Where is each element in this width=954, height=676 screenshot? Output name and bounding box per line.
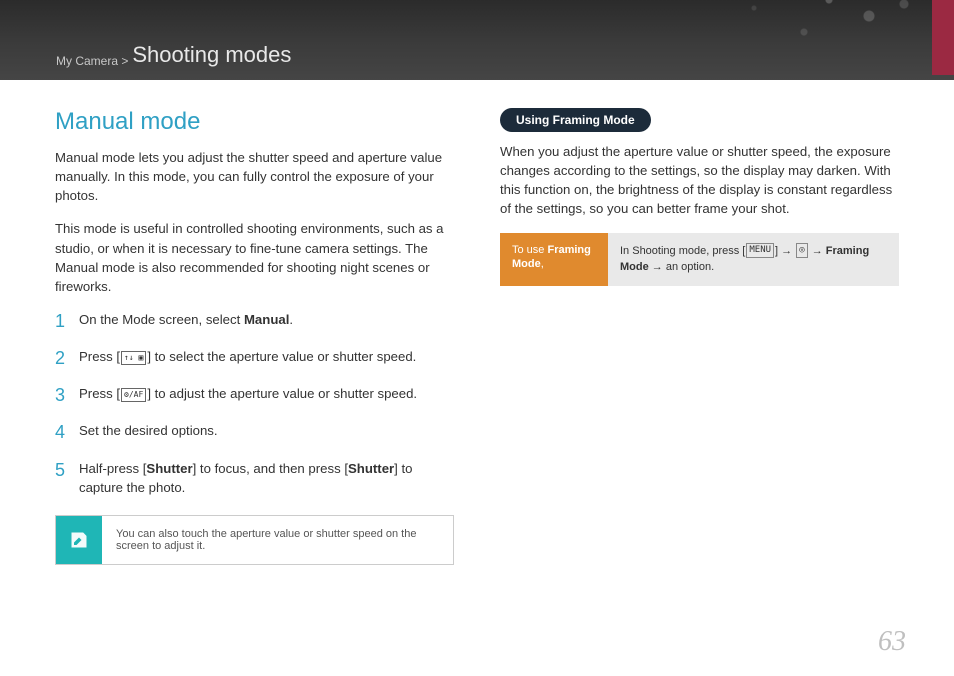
dpad-icon: ↑↓ ▣ bbox=[121, 351, 146, 365]
intro-para-1: Manual mode lets you adjust the shutter … bbox=[55, 148, 454, 205]
breadcrumb-prefix: My Camera > bbox=[56, 54, 128, 68]
step-item: Set the desired options. bbox=[55, 421, 454, 440]
right-column: Using Framing Mode When you adjust the a… bbox=[482, 108, 899, 565]
content-area: Manual mode Manual mode lets you adjust … bbox=[0, 80, 954, 565]
step-item: On the Mode screen, select Manual. bbox=[55, 310, 454, 329]
action-row: To use Framing Mode, In Shooting mode, p… bbox=[500, 233, 899, 286]
page-number: 63 bbox=[878, 626, 906, 658]
section-title: Manual mode bbox=[55, 108, 454, 136]
menu-icon: MENU bbox=[746, 243, 774, 259]
page-header: My Camera > Shooting modes bbox=[0, 0, 954, 80]
timer-af-icon: ⚙/AF bbox=[121, 388, 146, 402]
note-icon bbox=[56, 516, 102, 564]
step-item: Press [⚙/AF] to adjust the aperture valu… bbox=[55, 384, 454, 403]
step-list: On the Mode screen, select Manual. Press… bbox=[55, 310, 454, 497]
subsection-pill: Using Framing Mode bbox=[500, 108, 651, 132]
camera-icon: ◎ bbox=[796, 243, 807, 259]
intro-para-2: This mode is useful in controlled shooti… bbox=[55, 219, 454, 296]
breadcrumb-main: Shooting modes bbox=[132, 42, 291, 68]
step-item: Half-press [Shutter] to focus, and then … bbox=[55, 459, 454, 497]
tip-callout: You can also touch the aperture value or… bbox=[55, 515, 454, 565]
tip-text: You can also touch the aperture value or… bbox=[102, 516, 453, 564]
header-side-tab bbox=[932, 0, 954, 75]
action-label: To use Framing Mode, bbox=[500, 233, 608, 286]
framing-mode-para: When you adjust the aperture value or sh… bbox=[500, 142, 899, 219]
action-body: In Shooting mode, press [MENU] → ◎ → Fra… bbox=[608, 233, 899, 286]
step-item: Press [↑↓ ▣] to select the aperture valu… bbox=[55, 347, 454, 366]
left-column: Manual mode Manual mode lets you adjust … bbox=[55, 108, 482, 565]
